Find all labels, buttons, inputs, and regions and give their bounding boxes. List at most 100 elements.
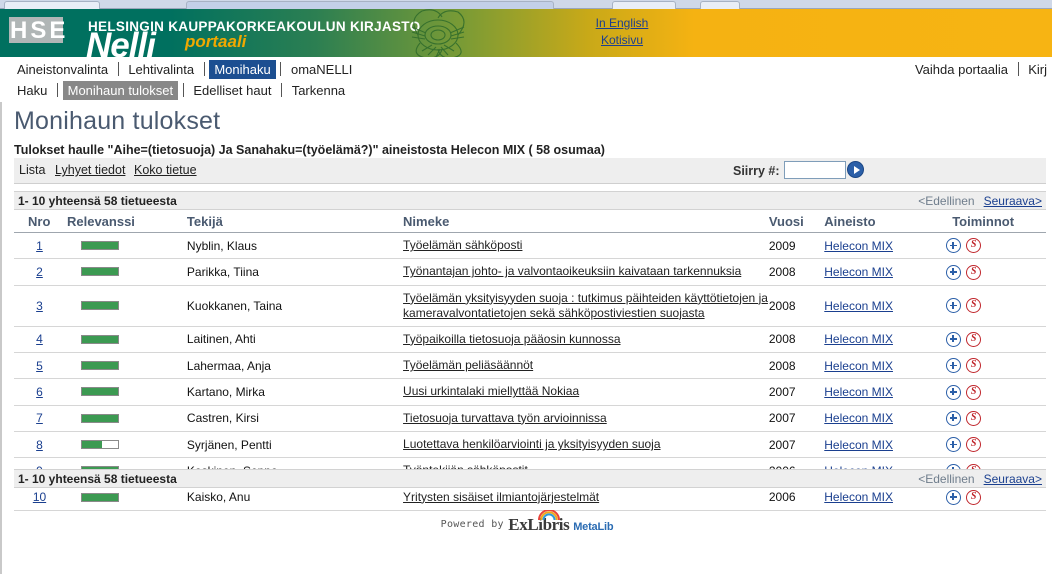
table-row: 1 Nyblin, Klaus Työelämän sähköposti 2009 He… xyxy=(14,232,1046,260)
record-title-link[interactable]: Työelämän peliäsäännöt xyxy=(403,358,533,373)
cell-source: Helecon MIX xyxy=(824,285,947,327)
next-page-link[interactable]: Seuraava> xyxy=(984,194,1042,208)
cell-relevance xyxy=(64,285,187,327)
browser-tab-1[interactable] xyxy=(4,1,100,9)
source-database-link[interactable]: Helecon MIX xyxy=(824,438,893,452)
cell-author: Nyblin, Klaus xyxy=(186,232,404,260)
add-to-basket-icon[interactable] xyxy=(946,264,962,280)
source-database-link[interactable]: Helecon MIX xyxy=(824,239,893,253)
nav-separator xyxy=(203,62,205,76)
record-number-link[interactable]: 1 xyxy=(36,239,43,253)
col-header-nimeke: Nimeke xyxy=(403,212,769,233)
nav-separator xyxy=(281,83,283,97)
record-number-link[interactable]: 2 xyxy=(36,265,43,279)
source-database-link[interactable]: Helecon MIX xyxy=(824,385,893,399)
nav-kirjaudu-truncated[interactable]: Kirj xyxy=(1023,60,1052,79)
col-header-aineisto: Aineisto xyxy=(824,212,947,233)
goto-submit-button[interactable] xyxy=(847,161,864,178)
add-to-basket-icon[interactable] xyxy=(946,410,962,426)
prev-page-link-disabled-bottom[interactable]: <Edellinen xyxy=(918,472,974,486)
nav-lehtivalinta[interactable]: Lehtivalinta xyxy=(123,60,199,79)
record-title-link[interactable]: Työnantajan johto- ja valvontaoikeuksiin… xyxy=(403,264,741,279)
cell-actions: S xyxy=(946,431,1046,459)
goto-record-input[interactable] xyxy=(784,161,846,179)
cell-relevance xyxy=(64,431,187,459)
record-number-link[interactable]: 6 xyxy=(36,385,43,399)
source-database-link[interactable]: Helecon MIX xyxy=(824,299,893,313)
subnav-monihaun-tulokset-selected[interactable]: Monihaun tulokset xyxy=(62,81,179,100)
record-title-link[interactable]: Uusi urkintalaki miellyttää Nokiaa xyxy=(403,384,579,399)
browser-tab-2-active[interactable] xyxy=(186,1,554,9)
footer: Powered by ExLibris MetaLib xyxy=(2,510,1052,535)
subnav-haku[interactable]: Haku xyxy=(12,81,52,100)
source-database-link[interactable]: Helecon MIX xyxy=(824,265,893,279)
source-database-link[interactable]: Helecon MIX xyxy=(824,332,893,346)
next-page-link-bottom[interactable]: Seuraava> xyxy=(984,472,1042,486)
source-database-link[interactable]: Helecon MIX xyxy=(824,359,893,373)
record-title-link[interactable]: Luotettava henkilöarviointi ja yksityisy… xyxy=(403,437,660,452)
source-database-link[interactable]: Helecon MIX xyxy=(824,490,893,504)
relevance-bar-fill xyxy=(81,441,102,449)
banner-language-links: In English Kotisivu xyxy=(560,15,684,49)
nav-vaihda-portaalia[interactable]: Vaihda portaalia xyxy=(910,60,1013,79)
main-content: Monihaun tulokset Tulokset haulle "Aihe=… xyxy=(0,102,1052,574)
kotisivu-link[interactable]: Kotisivu xyxy=(560,32,684,49)
nav-omanelli[interactable]: omaNELLI xyxy=(286,60,357,79)
metalib-product-name: MetaLib xyxy=(573,521,614,533)
record-number-link[interactable]: 10 xyxy=(33,490,46,504)
cell-nro: 8 xyxy=(14,431,65,459)
sfx-link-icon[interactable]: S xyxy=(966,437,982,453)
add-to-basket-icon[interactable] xyxy=(946,384,962,400)
view-lista-label: Lista xyxy=(19,163,46,177)
add-to-basket-icon[interactable] xyxy=(946,298,962,314)
col-header-vuosi: Vuosi xyxy=(768,212,825,233)
page-root: HSE HELSINGIN KAUPPAKORKEAKOULUN KIRJAST… xyxy=(0,0,1052,574)
record-title-link[interactable]: Työpaikoilla tietosuoja pääosin kunnossa xyxy=(403,332,620,347)
add-to-basket-icon[interactable] xyxy=(946,238,962,254)
cell-relevance xyxy=(64,484,187,511)
sfx-link-icon[interactable]: S xyxy=(966,298,982,314)
nav-monihaku-selected[interactable]: Monihaku xyxy=(209,60,276,79)
cell-relevance xyxy=(64,378,187,406)
view-lyhyet-tiedot-link[interactable]: Lyhyet tiedot xyxy=(55,163,125,177)
cell-year: 2009 xyxy=(768,232,825,260)
sfx-link-icon[interactable]: S xyxy=(966,410,982,426)
browser-tab-4[interactable] xyxy=(700,1,740,9)
record-number-link[interactable]: 7 xyxy=(36,411,43,425)
sfx-link-icon[interactable]: S xyxy=(966,331,982,347)
cell-relevance xyxy=(64,232,187,260)
record-number-link[interactable]: 4 xyxy=(36,332,43,346)
relevance-bar-fill xyxy=(81,335,118,343)
record-number-link[interactable]: 5 xyxy=(36,359,43,373)
sfx-link-icon[interactable]: S xyxy=(966,384,982,400)
record-title-link[interactable]: Tietosuoja turvattava työn arvioinnissa xyxy=(403,411,607,426)
subnav-edelliset-haut[interactable]: Edelliset haut xyxy=(188,81,276,100)
record-title-link[interactable]: Yritysten sisäiset ilmiantojärjestelmät xyxy=(403,490,599,505)
results-count-text: 1- 10 yhteensä 58 tietueesta xyxy=(18,194,177,208)
source-database-link[interactable]: Helecon MIX xyxy=(824,411,893,425)
relevance-bar-fill xyxy=(81,362,118,370)
record-number-link[interactable]: 3 xyxy=(36,299,43,313)
add-to-basket-icon[interactable] xyxy=(946,331,962,347)
record-title-link[interactable]: Työelämän sähköposti xyxy=(403,238,522,253)
browser-tab-3[interactable] xyxy=(612,1,676,9)
cell-year: 2008 xyxy=(768,258,825,286)
sfx-link-icon[interactable]: S xyxy=(966,358,982,374)
add-to-basket-icon[interactable] xyxy=(946,489,962,505)
in-english-link[interactable]: In English xyxy=(560,15,684,32)
subnav-tarkenna[interactable]: Tarkenna xyxy=(287,81,350,100)
record-title-link[interactable]: Työelämän yksityisyyden suoja : tutkimus… xyxy=(403,291,769,321)
table-row: 4 Laitinen, Ahti Työpaikoilla tietosuoja p… xyxy=(14,326,1046,353)
nav-aineistonvalinta[interactable]: Aineistonvalinta xyxy=(12,60,113,79)
nav-separator xyxy=(56,83,58,97)
sfx-link-icon[interactable]: S xyxy=(966,264,982,280)
col-header-tekija: Tekijä xyxy=(186,212,404,233)
prev-page-link-disabled[interactable]: <Edellinen xyxy=(918,194,974,208)
add-to-basket-icon[interactable] xyxy=(946,358,962,374)
record-number-link[interactable]: 8 xyxy=(36,438,43,452)
sfx-link-icon[interactable]: S xyxy=(966,238,982,254)
view-koko-tietue-link[interactable]: Koko tietue xyxy=(134,163,197,177)
cell-author: Kuokkanen, Taina xyxy=(186,285,404,327)
add-to-basket-icon[interactable] xyxy=(946,437,962,453)
sfx-link-icon[interactable]: S xyxy=(966,489,982,505)
